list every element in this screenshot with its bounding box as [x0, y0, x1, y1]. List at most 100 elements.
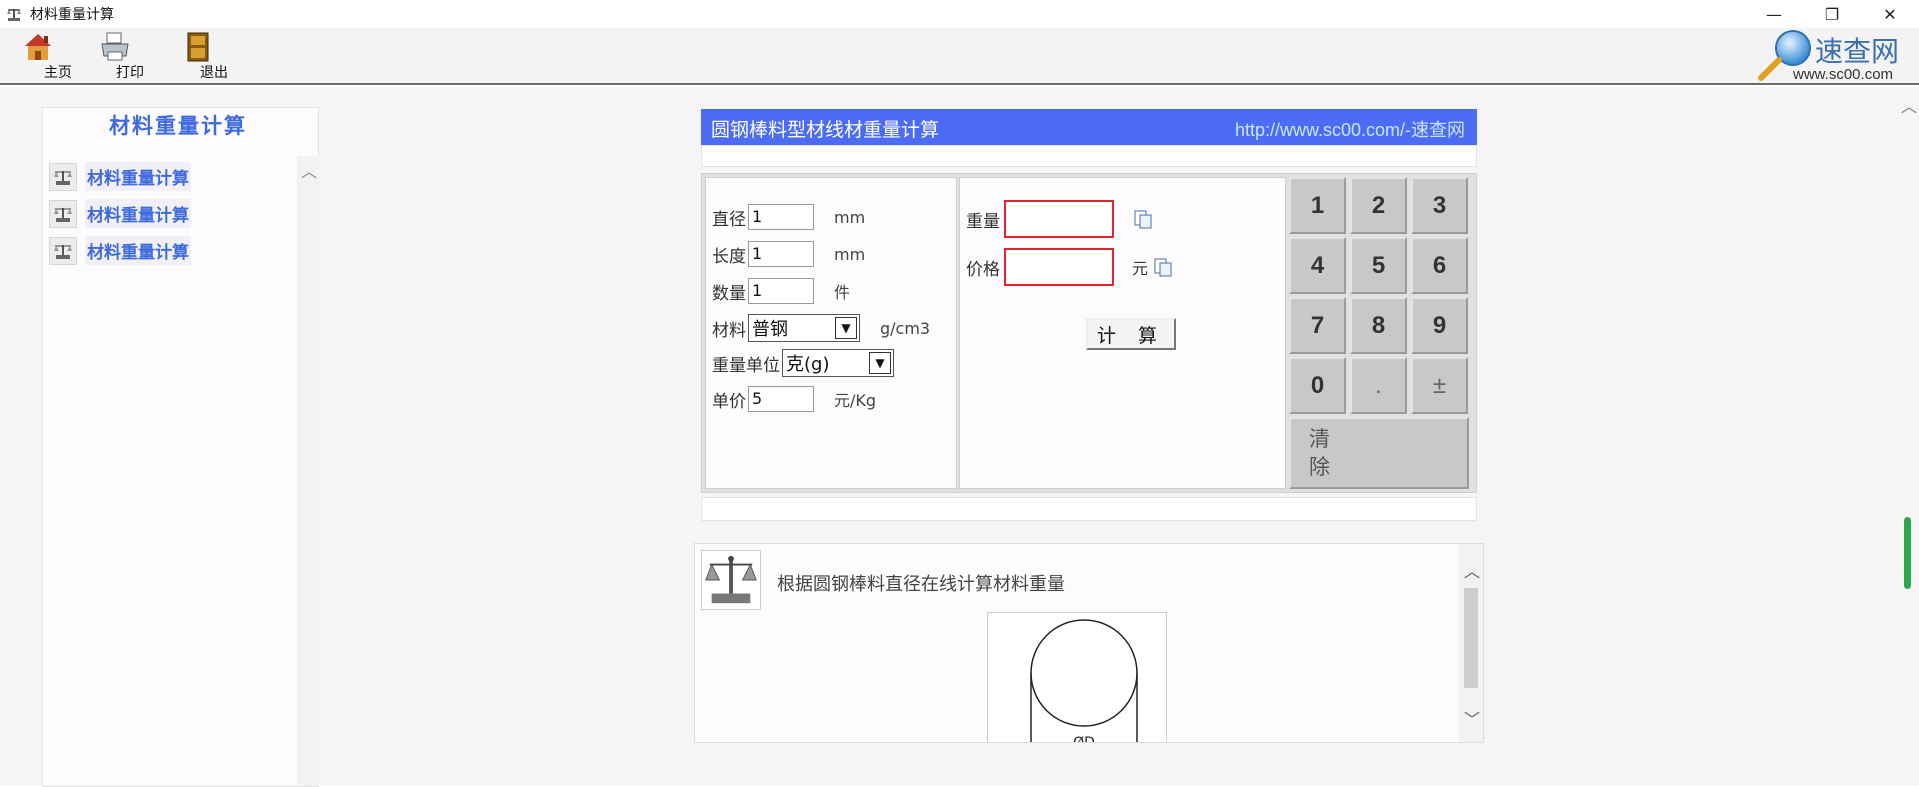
close-button[interactable]: ✕ — [1861, 0, 1919, 28]
clear-button[interactable]: 清除 — [1289, 417, 1469, 489]
unit-price-row: 单价 5 元/Kg — [712, 386, 876, 412]
chevron-up-icon[interactable]: ︿ — [1464, 558, 1480, 582]
diameter-row: 直径 1 mm — [712, 204, 865, 230]
window-title: 材料重量计算 — [30, 7, 114, 23]
diameter-unit: mm — [834, 207, 866, 227]
nav-item[interactable]: 材料重量计算 — [49, 158, 191, 195]
header-spacer — [701, 145, 1477, 167]
chevron-down-icon: ▼ — [835, 317, 857, 339]
diameter-symbol: ØD — [1073, 735, 1095, 743]
calculator-body: 直径 1 mm 长度 1 mm 数量 1 件 材料 普钢 ▼ g/cm3 重量单… — [701, 173, 1477, 493]
description-scrollbar[interactable]: ︿ ﹀ — [1459, 544, 1483, 742]
brand-url: www.sc00.com — [1793, 66, 1894, 83]
key-plus-minus[interactable]: ± — [1411, 357, 1468, 414]
key-0[interactable]: 0 — [1289, 357, 1346, 414]
price-result-unit: 元 — [1132, 259, 1149, 278]
quantity-label: 数量 — [712, 283, 746, 304]
results-panel: 重量 价格 元 计 算 — [959, 177, 1286, 489]
scale-icon — [49, 236, 77, 265]
scroll-thumb[interactable] — [1464, 588, 1478, 688]
material-label: 材料 — [712, 320, 746, 341]
chevron-down-icon: ▼ — [869, 352, 891, 374]
key-4[interactable]: 4 — [1289, 237, 1346, 294]
length-label: 长度 — [712, 246, 746, 267]
copy-icon[interactable] — [1132, 208, 1154, 230]
description-text: 根据圆钢棒料直径在线计算材料重量 — [777, 574, 1065, 595]
quantity-row: 数量 1 件 — [712, 278, 850, 304]
calculator-header: 圆钢棒料型材线材重量计算 http://www.sc00.com/-速查网 — [701, 109, 1477, 145]
price-result-row: 价格 元 — [966, 248, 1174, 286]
home-label: 主页 — [44, 65, 72, 81]
nav-item-label: 材料重量计算 — [85, 162, 191, 191]
content-area: 材料重量计算 材料重量计算 材料重量计算 材料重量计算 ︿ 圆钢棒料型材线材重量… — [0, 87, 1919, 787]
nav-item-label: 材料重量计算 — [85, 236, 191, 265]
restore-button[interactable]: ❐ — [1803, 0, 1861, 28]
brand-name: 速查网 — [1815, 35, 1900, 68]
scale-icon — [49, 199, 77, 228]
chevron-down-icon[interactable]: ﹀ — [1464, 706, 1480, 730]
door-exit-icon — [187, 32, 209, 62]
nav-item[interactable]: 材料重量计算 — [49, 195, 191, 232]
key-6[interactable]: 6 — [1411, 237, 1468, 294]
key-decimal[interactable]: . — [1350, 357, 1407, 414]
weight-result-field[interactable] — [1004, 200, 1114, 238]
exit-button[interactable]: 退出 — [170, 30, 228, 82]
density-unit: g/cm3 — [880, 318, 931, 338]
home-button[interactable]: 主页 — [4, 30, 72, 82]
keypad: 1 2 3 4 5 6 7 8 9 0 . ± 清除 — [1289, 177, 1473, 489]
weight-unit-label: 重量单位 — [712, 355, 780, 376]
print-label: 打印 — [116, 65, 144, 81]
weight-unit-select[interactable]: 克(g) ▼ — [782, 349, 894, 377]
nav-scrollbar[interactable]: ︿ — [297, 156, 319, 786]
length-unit: mm — [834, 244, 866, 264]
chevron-up-icon[interactable]: ︿ — [1901, 93, 1917, 117]
material-select[interactable]: 普钢 ▼ — [748, 314, 860, 342]
calculator-title: 圆钢棒料型材线材重量计算 — [711, 119, 940, 141]
key-8[interactable]: 8 — [1350, 297, 1407, 354]
quantity-input[interactable]: 1 — [748, 278, 814, 304]
left-nav-panel: 材料重量计算 材料重量计算 材料重量计算 材料重量计算 ︿ — [42, 107, 319, 787]
diameter-label: 直径 — [712, 209, 746, 230]
unit-price-label: 单价 — [712, 391, 746, 412]
material-row: 材料 普钢 ▼ g/cm3 — [712, 314, 930, 342]
nav-item-label: 材料重量计算 — [85, 199, 191, 228]
house-icon — [25, 34, 51, 60]
length-input[interactable]: 1 — [748, 241, 814, 267]
site-link[interactable]: http://www.sc00.com/-速查网 — [1235, 116, 1465, 142]
unit-price-unit: 元/Kg — [834, 391, 877, 410]
weight-result-label: 重量 — [966, 211, 1000, 232]
copy-icon[interactable] — [1152, 256, 1174, 278]
print-button[interactable]: 打印 — [86, 30, 144, 82]
unit-price-input[interactable]: 5 — [748, 386, 814, 412]
key-2[interactable]: 2 — [1350, 177, 1407, 234]
title-bar: 材料重量计算 — ❐ ✕ — [0, 0, 1919, 28]
calculate-button[interactable]: 计 算 — [1086, 318, 1176, 350]
material-value: 普钢 — [752, 319, 788, 340]
scroll-thumb[interactable] — [1904, 517, 1911, 589]
nav-item[interactable]: 材料重量计算 — [49, 232, 191, 269]
key-1[interactable]: 1 — [1289, 177, 1346, 234]
length-row: 长度 1 mm — [712, 241, 865, 267]
calculator-footer — [701, 497, 1477, 521]
weight-unit-value: 克(g) — [786, 354, 830, 375]
window-controls: — ❐ ✕ — [1745, 0, 1919, 28]
page-scrollbar[interactable]: ︿ — [1897, 87, 1919, 785]
inputs-panel: 直径 1 mm 长度 1 mm 数量 1 件 材料 普钢 ▼ g/cm3 重量单… — [705, 177, 957, 489]
key-9[interactable]: 9 — [1411, 297, 1468, 354]
scale-icon — [7, 9, 21, 21]
key-7[interactable]: 7 — [1289, 297, 1346, 354]
price-result-label: 价格 — [966, 259, 1000, 280]
description-panel: 根据圆钢棒料直径在线计算材料重量 ØD ︿ ﹀ — [694, 543, 1484, 743]
printer-icon — [101, 32, 129, 61]
price-result-field[interactable] — [1004, 248, 1114, 286]
minimize-button[interactable]: — — [1745, 0, 1803, 28]
brand-logo[interactable]: 速查网 www.sc00.com — [1753, 28, 1913, 84]
key-5[interactable]: 5 — [1350, 237, 1407, 294]
weight-result-row: 重量 — [966, 200, 1154, 238]
diameter-input[interactable]: 1 — [748, 204, 814, 230]
key-3[interactable]: 3 — [1411, 177, 1468, 234]
weight-unit-row: 重量单位 克(g) ▼ — [712, 349, 894, 377]
chevron-up-icon[interactable]: ︿ — [301, 158, 317, 182]
exit-label: 退出 — [200, 65, 228, 81]
quantity-unit: 件 — [834, 283, 851, 302]
